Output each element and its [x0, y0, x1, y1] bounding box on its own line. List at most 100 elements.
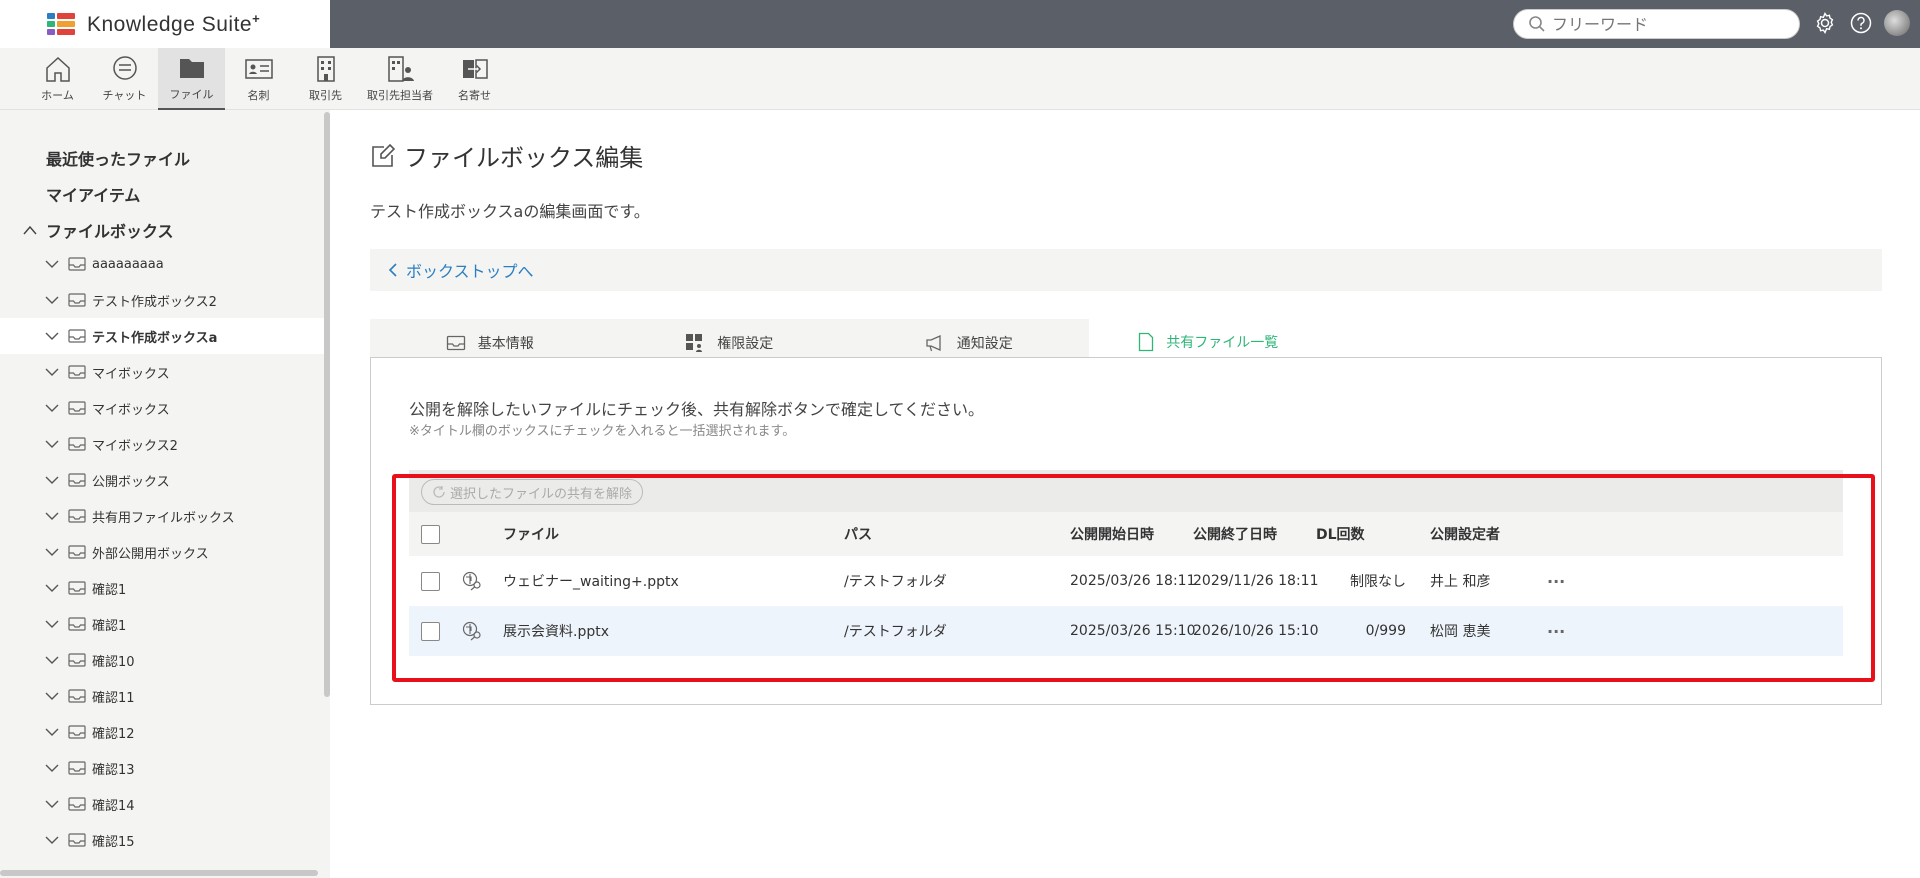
nav-home[interactable]: ホーム [24, 48, 91, 110]
sidebar-box-item[interactable]: マイボックス [0, 390, 324, 426]
permission-icon [686, 334, 703, 352]
header-start[interactable]: 公開開始日時 [1070, 512, 1154, 556]
unshare-selected-button[interactable]: 選択したファイルの共有を解除 [421, 479, 644, 505]
megaphone-icon [926, 334, 941, 352]
sidebar-box-item[interactable]: aaaaaaaaa [0, 246, 324, 282]
file-path: /テストフォルダ [844, 624, 947, 640]
inbox-icon [68, 689, 86, 703]
inbox-icon [68, 437, 86, 451]
contact-building-icon [388, 56, 414, 82]
nav-account[interactable]: 取引先 [292, 48, 359, 110]
inbox-icon [68, 797, 86, 811]
sidebar-box-item[interactable]: 確認13 [0, 750, 324, 786]
sidebar-box-label: 確認1 [92, 582, 127, 598]
sidebar-box-item[interactable]: 確認14 [0, 786, 324, 822]
share-link-icon [462, 621, 481, 641]
chevron-down-icon [45, 620, 59, 628]
sidebar-box-item[interactable]: 外部公開用ボックス [0, 534, 324, 570]
search-icon [1529, 16, 1545, 32]
chevron-down-icon [45, 836, 59, 844]
logo[interactable]: Knowledge Suite+ [0, 0, 330, 48]
chevron-down-icon [45, 440, 59, 448]
sidebar-box-label: 共有用ファイルボックス [92, 510, 235, 526]
nav-business-card[interactable]: 名刺 [225, 48, 292, 110]
panel-note: ※タイトル欄のボックスにチェックを入れると一括選択されます。 [409, 424, 796, 439]
chevron-down-icon [45, 368, 59, 376]
chat-icon [112, 56, 137, 80]
select-all-checkbox[interactable] [421, 524, 440, 544]
nav-contact[interactable]: 取引先担当者 [359, 48, 441, 110]
header-file[interactable]: ファイル [503, 512, 559, 556]
chevron-up-icon [23, 225, 37, 235]
chevron-down-icon [45, 692, 59, 700]
sidebar-box-label: 確認1 [92, 618, 127, 634]
sidebar-box-item[interactable]: 確認15 [0, 822, 324, 858]
sidebar-box-label: 確認10 [92, 654, 135, 670]
nav-label: 取引先担当者 [367, 89, 433, 102]
app-nav: ホーム チャット ファイル 名刺 取引先 取引先担当者 名寄せ [0, 48, 1920, 110]
gear-icon[interactable] [1812, 10, 1838, 36]
sidebar-box-item[interactable]: テスト作成ボックス2 [0, 282, 324, 318]
sidebar-box-label: テスト作成ボックス2 [92, 294, 217, 310]
back-link-label: ボックストップへ [406, 262, 534, 281]
home-icon [45, 56, 70, 82]
sidebar-box-label: マイボックス [92, 366, 170, 382]
table-row[interactable]: ウェビナー_waiting+.pptx /テストフォルダ 2025/03/26 … [409, 556, 1843, 606]
more-options-button[interactable]: ··· [1547, 556, 1565, 606]
file-name[interactable]: ウェビナー_waiting+.pptx [503, 556, 679, 606]
sidebar-box-item[interactable]: マイボックス [0, 354, 324, 390]
panel-instruction: 公開を解除したいファイルにチェック後、共有解除ボタンで確定してください。 [409, 400, 985, 419]
sidebar-box-label: マイボックス [92, 402, 170, 418]
sidebar-box-item[interactable]: 公開ボックス [0, 462, 324, 498]
inbox-icon [68, 401, 86, 415]
nav-merge[interactable]: 名寄せ [441, 48, 508, 110]
sidebar-box-item[interactable]: 確認10 [0, 642, 324, 678]
sidebar-box-label: 確認15 [92, 834, 135, 850]
header-setter[interactable]: 公開設定者 [1430, 512, 1500, 556]
sidebar-box-item[interactable]: 確認12 [0, 714, 324, 750]
sidebar-my-items[interactable]: マイアイテム [46, 182, 140, 206]
help-icon[interactable] [1848, 10, 1874, 36]
more-options-button[interactable]: ··· [1547, 606, 1565, 656]
chevron-down-icon [45, 584, 59, 592]
sidebar-box-item[interactable]: 共有用ファイルボックス [0, 498, 324, 534]
sidebar-box-item[interactable]: マイボックス2 [0, 426, 324, 462]
sidebar-box-item[interactable]: 確認1 [0, 570, 324, 606]
sidebar-box-item[interactable]: 確認1 [0, 606, 324, 642]
tab-label: 権限設定 [717, 336, 774, 352]
inbox-icon [68, 761, 86, 775]
publish-setter: 井上 和彦 [1430, 574, 1491, 590]
shared-files-panel: 公開を解除したいファイルにチェック後、共有解除ボタンで確定してください。 ※タイ… [370, 357, 1882, 705]
sidebar-filebox[interactable]: ファイルボックス [22, 218, 174, 242]
sidebar-recent-files[interactable]: 最近使ったファイル [46, 146, 190, 170]
building-icon [316, 56, 335, 82]
inbox-icon [68, 509, 86, 523]
unshare-button-label: 選択したファイルの共有を解除 [450, 486, 633, 502]
table-row[interactable]: 展示会資料.pptx /テストフォルダ 2025/03/26 15:10 202… [409, 606, 1843, 656]
row-checkbox[interactable] [421, 571, 440, 591]
row-checkbox[interactable] [421, 621, 440, 641]
header-path[interactable]: パス [844, 512, 872, 556]
nav-file[interactable]: ファイル [158, 48, 225, 110]
sidebar-box-item[interactable]: 確認11 [0, 678, 324, 714]
tab-label: 通知設定 [956, 336, 1013, 352]
back-to-box-top-link[interactable]: ボックストップへ [370, 249, 1882, 291]
nav-label: チャット [102, 89, 147, 102]
avatar[interactable] [1884, 10, 1910, 36]
logo-mark-icon [47, 13, 75, 35]
header-end[interactable]: 公開終了日時 [1193, 512, 1277, 556]
chevron-down-icon [45, 800, 59, 808]
file-path: /テストフォルダ [844, 574, 947, 590]
table-toolbar: 選択したファイルの共有を解除 [409, 470, 1843, 512]
sidebar-box-item[interactable]: テスト作成ボックスa [0, 318, 324, 354]
header-dl-count[interactable]: DL回数 [1316, 512, 1365, 556]
search-input[interactable] [1552, 14, 1782, 34]
file-icon [1139, 332, 1154, 351]
nav-chat[interactable]: チャット [91, 48, 158, 110]
search-box[interactable] [1513, 9, 1800, 39]
sidebar-horizontal-scrollbar[interactable] [0, 870, 318, 876]
chevron-down-icon [45, 476, 59, 484]
chevron-left-icon [388, 263, 397, 277]
chevron-down-icon [45, 512, 59, 520]
file-name[interactable]: 展示会資料.pptx [503, 606, 609, 656]
